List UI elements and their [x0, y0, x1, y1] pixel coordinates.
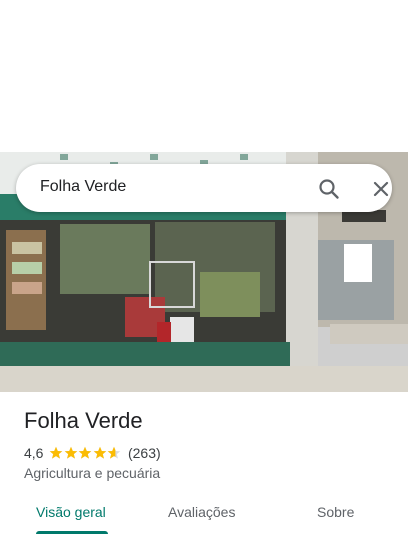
- search-bar[interactable]: Folha Verde: [16, 164, 392, 212]
- tab-about[interactable]: Sobre: [317, 504, 354, 520]
- star-icon: [93, 446, 107, 459]
- star-icon: [64, 446, 78, 459]
- star-icon: [79, 446, 92, 459]
- active-tab-indicator: [36, 531, 108, 534]
- tab-overview[interactable]: Visão geral: [36, 504, 106, 520]
- search-icon[interactable]: [316, 176, 342, 202]
- search-input[interactable]: Folha Verde: [40, 178, 126, 196]
- reviews-count[interactable]: (263): [128, 445, 161, 461]
- star-icon: [50, 446, 63, 459]
- star-icon: [108, 446, 121, 459]
- tab-reviews[interactable]: Avaliações: [168, 504, 235, 520]
- rating-stars: [49, 446, 122, 460]
- rating-value: 4,6: [24, 445, 44, 461]
- blank-area: [0, 0, 408, 152]
- rating-row[interactable]: 4,6 (263): [24, 444, 161, 462]
- place-title: Folha Verde: [24, 408, 143, 433]
- tab-bar: Visão geral Avaliações Sobre: [0, 494, 408, 544]
- close-icon[interactable]: [368, 176, 394, 202]
- place-category[interactable]: Agricultura e pecuária: [24, 465, 160, 481]
